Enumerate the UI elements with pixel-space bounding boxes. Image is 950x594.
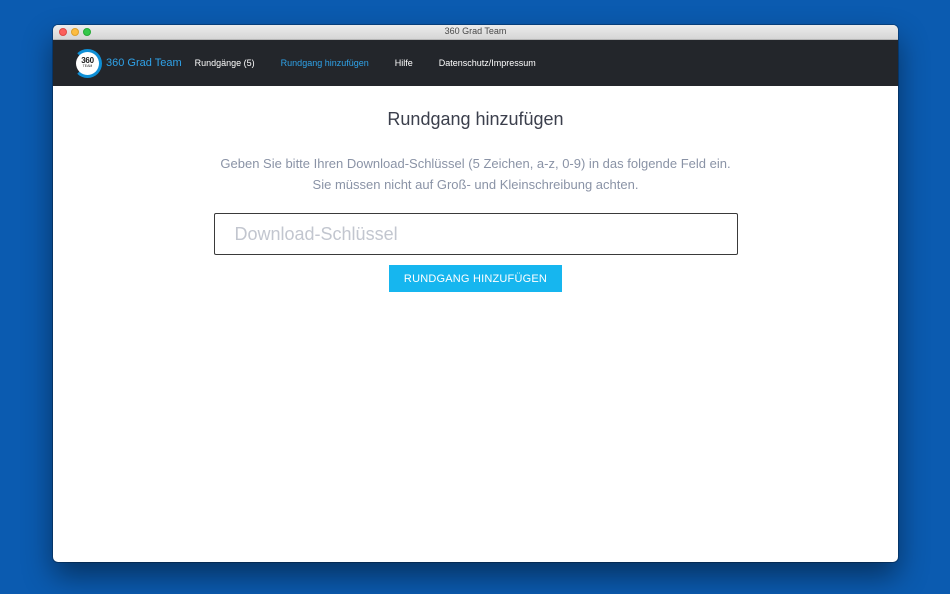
360-logo-icon: 360 TEAM bbox=[73, 48, 102, 78]
title-bar[interactable]: 360 Grad Team bbox=[53, 25, 898, 40]
brand[interactable]: 360 TEAM 360 Grad Team bbox=[73, 48, 182, 78]
nav-link-rundgaenge[interactable]: Rundgänge (5) bbox=[195, 58, 255, 68]
instruction-line-1: Geben Sie bitte Ihren Download-Schlüssel… bbox=[220, 156, 731, 171]
nav-link-rundgang-hinzufuegen[interactable]: Rundgang hinzufügen bbox=[281, 58, 369, 68]
instruction-line-2: Sie müssen nicht auf Groß- und Kleinschr… bbox=[312, 177, 639, 192]
nav-link-hilfe[interactable]: Hilfe bbox=[395, 58, 413, 68]
window-title: 360 Grad Team bbox=[444, 26, 507, 36]
nav-link-datenschutz-impressum[interactable]: Datenschutz/Impressum bbox=[439, 58, 536, 68]
download-key-input[interactable] bbox=[213, 213, 738, 255]
top-navbar: 360 TEAM 360 Grad Team Rundgänge (5) Run… bbox=[53, 40, 898, 86]
logo-subtext: TEAM bbox=[82, 64, 93, 69]
brand-name: 360 Grad Team bbox=[106, 57, 182, 69]
main-content: Rundgang hinzufügen Geben Sie bitte Ihre… bbox=[53, 109, 898, 292]
app-window: 360 Grad Team 360 TEAM 360 Grad Team Run… bbox=[53, 25, 898, 562]
page-title: Rundgang hinzufügen bbox=[387, 109, 564, 129]
add-tour-button[interactable]: RUNDGANG HINZUFÜGEN bbox=[389, 265, 562, 292]
instructions: Geben Sie bitte Ihren Download-Schlüssel… bbox=[53, 153, 898, 195]
